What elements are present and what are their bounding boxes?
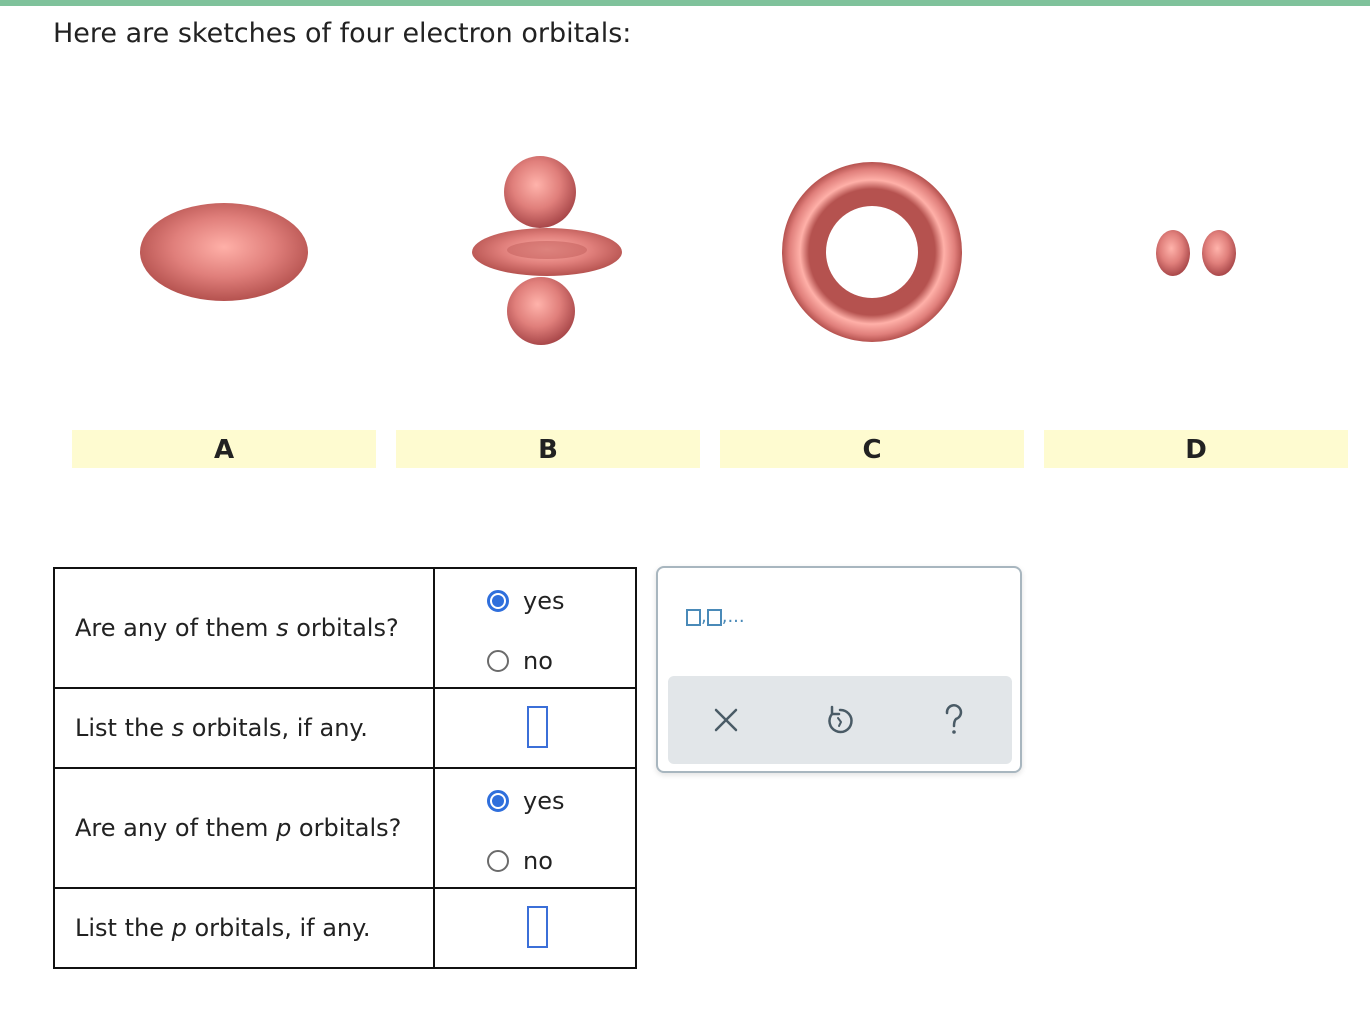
question-s-orbitals: Are any of them s orbitals?: [53, 567, 435, 689]
orbital-c-shape: [782, 162, 962, 342]
question-var: p: [276, 814, 292, 842]
radio-label: no: [523, 847, 553, 875]
orbital-label-d: D: [1044, 430, 1348, 468]
close-icon[interactable]: [704, 698, 748, 742]
answer-s-list: [433, 687, 637, 769]
help-icon[interactable]: [932, 698, 976, 742]
table-row-p-orbitals: Are any of them p orbitals? yes no: [53, 767, 637, 889]
table-row-s-orbitals: Are any of them s orbitals? yes no: [53, 567, 637, 689]
sequence-ellipsis: ,...: [721, 606, 745, 627]
table-row-s-list: List the s orbitals, if any.: [53, 687, 637, 769]
question-table: Are any of them s orbitals? yes no List …: [53, 567, 637, 969]
answer-s-orbitals: yes no: [433, 567, 637, 689]
answer-p-list: [433, 887, 637, 969]
question-text: Are any of them: [75, 614, 277, 642]
orbital-label-a: A: [72, 430, 376, 468]
question-s-list: List the s orbitals, if any.: [53, 687, 435, 769]
radio-no-p[interactable]: no: [487, 847, 553, 875]
question-text: List the: [75, 914, 172, 942]
question-text: List the: [75, 714, 172, 742]
question-var: s: [276, 614, 289, 642]
placeholder-box-icon: [706, 609, 722, 626]
p-orbitals-input[interactable]: [527, 906, 548, 948]
radio-button[interactable]: [487, 850, 509, 872]
table-row-p-list: List the p orbitals, if any.: [53, 887, 637, 969]
placeholder-box-icon: [686, 609, 701, 626]
orbital-d-shape: [1156, 230, 1236, 276]
answer-tools-panel: , ,...: [656, 566, 1022, 773]
question-text: orbitals?: [288, 614, 399, 642]
radio-label: yes: [523, 587, 565, 615]
orbital-a-shape: [140, 203, 308, 301]
s-orbitals-input[interactable]: [527, 706, 548, 748]
action-toolbar: [668, 676, 1012, 764]
question-p-orbitals: Are any of them p orbitals?: [53, 767, 435, 889]
question-text: Are any of them: [75, 814, 277, 842]
radio-yes-p[interactable]: yes: [487, 787, 564, 815]
radio-button[interactable]: [487, 650, 509, 672]
radio-no-s[interactable]: no: [487, 647, 553, 675]
radio-yes-s[interactable]: yes: [487, 587, 564, 615]
question-var: p: [171, 914, 187, 942]
orbital-label-c: C: [720, 430, 1024, 468]
question-text: orbitals, if any.: [186, 914, 371, 942]
orbital-sketches: [140, 156, 1236, 345]
question-text: orbitals, if any.: [184, 714, 368, 742]
answer-p-orbitals: yes no: [433, 767, 637, 889]
orbital-label-b: B: [396, 430, 700, 468]
radio-label: no: [523, 647, 553, 675]
undo-icon[interactable]: [818, 698, 862, 742]
question-text: orbitals?: [291, 814, 402, 842]
radio-label: yes: [523, 787, 565, 815]
sequence-template-button[interactable]: , ,...: [686, 608, 745, 626]
orbital-b-shape: [472, 156, 622, 345]
question-p-list: List the p orbitals, if any.: [53, 887, 435, 969]
radio-button-checked[interactable]: [487, 590, 509, 612]
question-var: s: [171, 714, 185, 742]
radio-button-checked[interactable]: [487, 790, 509, 812]
